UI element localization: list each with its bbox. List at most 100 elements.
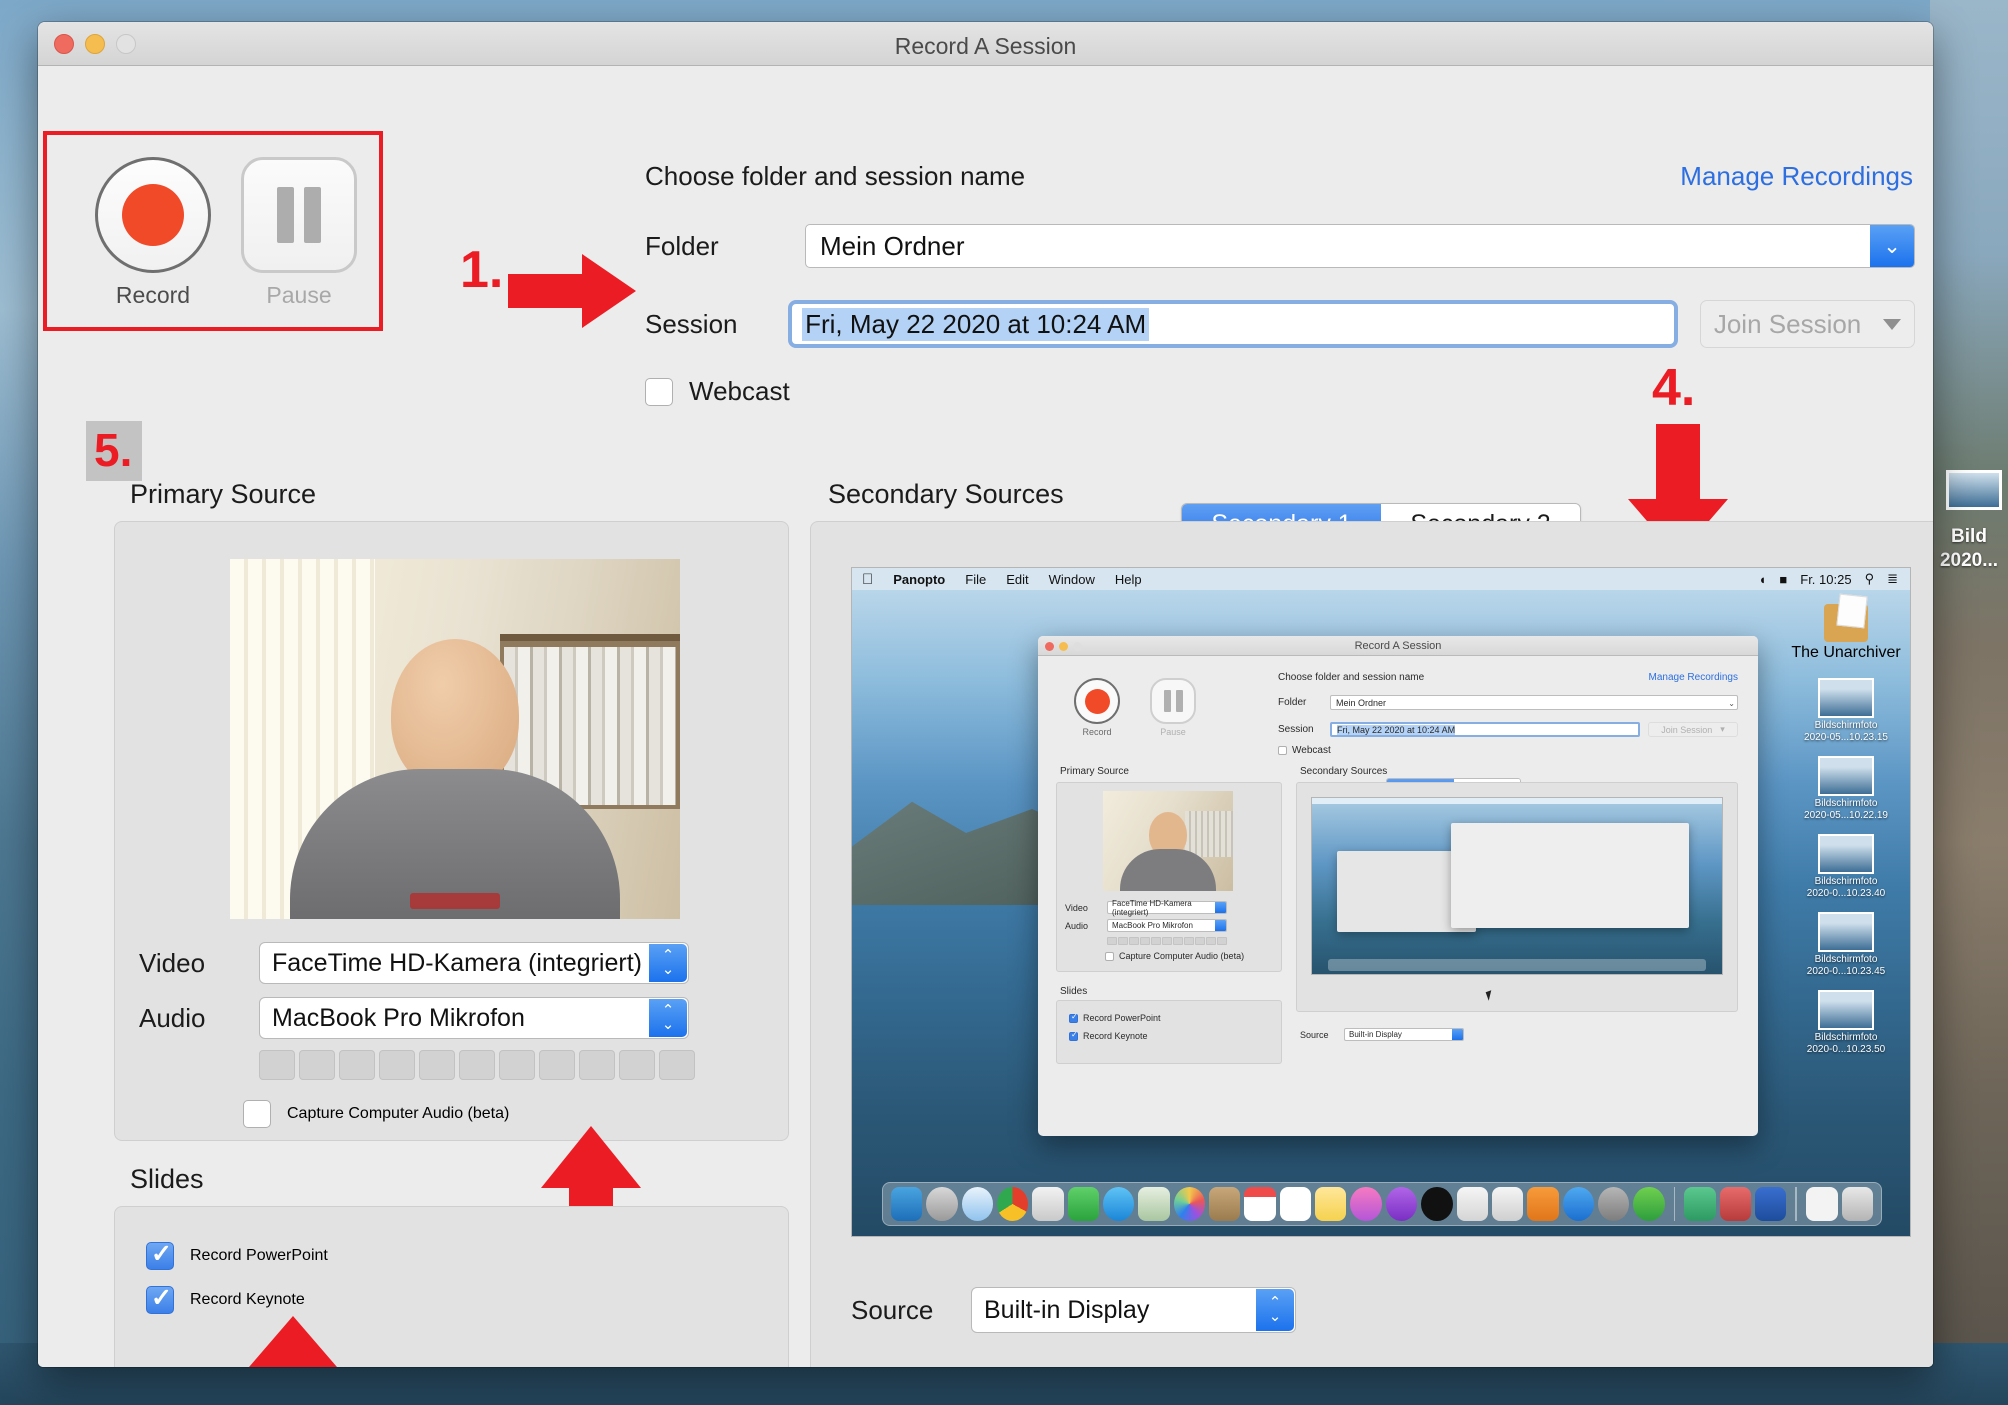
wifi-icon[interactable]: ◖ [1759, 572, 1767, 587]
facetime-icon[interactable] [1067, 1187, 1100, 1221]
preview-record-powerpoint-checkbox[interactable] [1069, 1012, 1078, 1023]
desktop-icon-screenshot[interactable]: Bildschirmfoto 2020-0...10.23.45 [1786, 912, 1906, 978]
desktop-icon-screenshot[interactable]: Bildschirmfoto 2020-0...10.23.50 [1786, 990, 1906, 1056]
menu-item-window[interactable]: Window [1049, 572, 1095, 587]
desktop-icon-the-unarchiver[interactable]: The Unarchiver [1786, 604, 1906, 662]
battery-icon[interactable]: ■ [1779, 572, 1787, 587]
menu-item-edit[interactable]: Edit [1006, 572, 1028, 587]
chevron-down-icon[interactable]: ⌄ [1870, 225, 1914, 267]
trash-icon[interactable] [1841, 1187, 1873, 1221]
contacts-icon[interactable] [1209, 1187, 1241, 1221]
preview-source-select[interactable]: Built-in Display [1344, 1028, 1464, 1041]
webcast-row[interactable]: Webcast [645, 376, 1915, 407]
window-title: Record A Session [894, 33, 1077, 59]
desktop-icon-detail: 2020-05...10.22.19 [1804, 810, 1888, 821]
desktop-icon-screenshot[interactable]: Bildschirmfoto 2020-0...10.23.40 [1786, 834, 1906, 900]
itunes-icon[interactable] [1350, 1187, 1382, 1221]
dictionary-icon[interactable] [1719, 1187, 1752, 1221]
record-keynote-checkbox[interactable] [146, 1283, 174, 1314]
session-name-value: Fri, May 22 2020 at 10:24 AM [802, 307, 1150, 341]
desktop-icon-screenshot[interactable]: Bildschirmfoto 2020-05...10.22.19 [1786, 756, 1906, 822]
desktop-icon-detail: 2020... [1939, 550, 1999, 571]
control-center-icon[interactable]: ≣ [1887, 571, 1898, 587]
finder-icon[interactable] [891, 1187, 923, 1221]
photos-app-icon[interactable] [1032, 1187, 1064, 1221]
preview-webcast-checkbox[interactable] [1278, 746, 1287, 755]
reminders-icon[interactable] [1279, 1187, 1312, 1221]
pages-icon[interactable] [1527, 1187, 1559, 1221]
join-session-button[interactable]: Join Session [1700, 300, 1915, 348]
preview-audio-row: Audio MacBook Pro Mikrofon [1065, 919, 1227, 932]
audio-source-select[interactable]: MacBook Pro Mikrofon ⌃ ⌄ [259, 997, 689, 1039]
search-icon[interactable]: ⚲ [1865, 571, 1875, 587]
word-icon[interactable] [1755, 1187, 1787, 1221]
chrome-icon[interactable] [997, 1187, 1029, 1221]
desktop-screenshot-thumbnail[interactable] [1946, 470, 2002, 510]
preview-record-button[interactable]: Record [1062, 678, 1132, 737]
preview-video-select[interactable]: FaceTime HD-Kamera (integriert) [1107, 899, 1227, 917]
preview-session-label: Session [1278, 724, 1314, 735]
unarchiver-icon [1824, 604, 1868, 642]
dropbox-icon[interactable] [1684, 1187, 1716, 1221]
preview-manage-recordings-link[interactable]: Manage Recordings [1649, 672, 1739, 683]
source-select[interactable]: Built-in Display ⌃ ⌄ [971, 1287, 1296, 1333]
numbers-icon[interactable] [1456, 1187, 1488, 1221]
preview-capture-audio-checkbox[interactable] [1105, 951, 1114, 961]
record-powerpoint-checkbox[interactable] [146, 1239, 174, 1270]
notes-icon[interactable] [1315, 1187, 1347, 1221]
menu-item-panopto[interactable]: Panopto [893, 572, 945, 587]
stepper-icon[interactable]: ⌃ ⌄ [649, 944, 687, 982]
preview-folder-dropdown[interactable]: Mein Ordner ⌄ [1330, 695, 1738, 710]
source-label: Source [851, 1294, 934, 1325]
preview-record-label: Record [1082, 727, 1112, 737]
secondary-sources-panel:  Panopto File Edit Window Help ◖ ■ Fr. … [810, 521, 1933, 1367]
safari-icon[interactable] [961, 1187, 994, 1221]
launchpad-icon[interactable] [926, 1187, 958, 1221]
webcast-checkbox[interactable] [645, 377, 673, 406]
appletv-icon[interactable] [1421, 1187, 1453, 1221]
menu-item-file[interactable]: File [965, 572, 986, 587]
calendar-icon[interactable] [1244, 1187, 1276, 1221]
settings-icon[interactable] [1597, 1187, 1630, 1221]
desktop-icon-label: Bildschirmfoto [1814, 954, 1878, 965]
preview-slide-keynote[interactable]: Record Keynote [1069, 1030, 1148, 1041]
preview-pause-label: Pause [1160, 727, 1186, 737]
manage-recordings-link[interactable]: Manage Recordings [1680, 161, 1913, 192]
screen-capture-preview[interactable]:  Panopto File Edit Window Help ◖ ■ Fr. … [851, 567, 1911, 1237]
preview-join-session-button[interactable]: Join Session ▾ [1648, 722, 1738, 737]
capture-computer-audio-checkbox[interactable] [243, 1100, 271, 1128]
stepper-icon[interactable]: ⌃ ⌄ [649, 999, 687, 1037]
panopto-icon[interactable] [1633, 1187, 1665, 1221]
preview-session-input[interactable]: Fri, May 22 2020 at 10:24 AM [1330, 722, 1640, 737]
preview-record-keynote-checkbox[interactable] [1069, 1030, 1078, 1041]
preview-webcam [1103, 791, 1233, 891]
podcasts-icon[interactable] [1385, 1187, 1418, 1221]
desktop-icon-screenshot[interactable]: Bildschirmfoto 2020-05...10.23.15 [1786, 678, 1906, 744]
maps-icon[interactable] [1138, 1187, 1170, 1221]
stepper-icon[interactable]: ⌃ ⌄ [1256, 1289, 1294, 1331]
preview-slide-powerpoint[interactable]: Record PowerPoint [1069, 1012, 1161, 1023]
preview-pause-button[interactable]: Pause [1138, 678, 1208, 737]
slides-item-keynote[interactable]: Record Keynote [146, 1283, 305, 1314]
preview-inner-title: Record A Session [1354, 640, 1442, 652]
video-source-select[interactable]: FaceTime HD-Kamera (integriert) ⌃ ⌄ [259, 942, 689, 984]
appstore-icon[interactable] [1562, 1187, 1594, 1221]
preview-inner-window[interactable]: Record A Session Record Pause Choose fol… [1038, 636, 1758, 1136]
keynote-icon[interactable] [1491, 1187, 1524, 1221]
stepper-icon [1215, 902, 1226, 913]
pause-button[interactable]: Pause [229, 157, 369, 309]
menu-item-help[interactable]: Help [1115, 572, 1142, 587]
slides-item-powerpoint[interactable]: Record PowerPoint [146, 1239, 328, 1270]
document-icon[interactable] [1806, 1187, 1838, 1221]
messages-icon[interactable] [1103, 1187, 1135, 1221]
preview-capture-audio-row[interactable]: Capture Computer Audio (beta) [1105, 951, 1244, 961]
session-name-input[interactable]: Fri, May 22 2020 at 10:24 AM [788, 300, 1679, 348]
photos-icon[interactable] [1173, 1187, 1206, 1221]
preview-audio-select[interactable]: MacBook Pro Mikrofon [1107, 919, 1227, 932]
folder-dropdown[interactable]: Mein Ordner ⌄ [805, 224, 1915, 268]
window-titlebar[interactable]: Record A Session [38, 22, 1933, 66]
record-button[interactable]: Record [83, 157, 223, 309]
preview-webcast-row[interactable]: Webcast [1278, 745, 1738, 756]
capture-computer-audio-row[interactable]: Capture Computer Audio (beta) [243, 1100, 509, 1128]
preview-nested-screen[interactable] [1311, 797, 1723, 975]
